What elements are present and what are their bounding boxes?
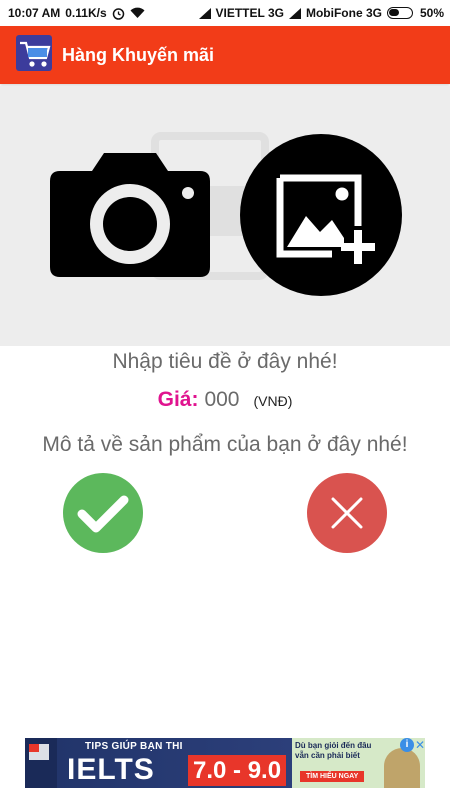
description-input[interactable]: Mô tả về sản phẩm của bạn ở đây nhé! [0, 433, 450, 457]
status-right: VIETTEL 3G MobiFone 3G 50% [198, 6, 444, 20]
ad-main: TIPS GIÚP BẠN THI IELTS 7.0 - 9.0 [57, 738, 292, 788]
price-label: Giá: [157, 388, 199, 411]
title-input[interactable]: Nhập tiêu đề ở đây nhé! [0, 350, 450, 374]
ad-logo [25, 738, 57, 788]
ad-side-text: Dù bạn giỏi đến đâu vẫn cần phải biết [295, 741, 372, 760]
price-row: Giá: 000 (VNĐ) [0, 388, 450, 412]
price-unit: (VNĐ) [253, 393, 293, 409]
ad-score: 7.0 - 9.0 [188, 755, 287, 786]
close-icon [331, 497, 363, 529]
ad-big-text: IELTS [67, 753, 155, 786]
signal-icon [288, 7, 301, 19]
ad-banner[interactable]: TIPS GIÚP BẠN THI IELTS 7.0 - 9.0 Dù bạn… [25, 738, 425, 788]
ad-person-image [384, 748, 420, 788]
price-input[interactable]: 000 [204, 388, 239, 412]
carrier-1: VIETTEL 3G [215, 6, 284, 20]
signal-icon [198, 7, 211, 19]
ad-headline: TIPS GIÚP BẠN THI [85, 741, 183, 752]
status-left: 10:07 AM 0.11K/s [8, 6, 145, 20]
app-bar: Hàng Khuyến mãi [0, 26, 450, 84]
status-bar: 10:07 AM 0.11K/s VIETTEL 3G MobiFone 3G … [0, 0, 450, 26]
carrier-2: MobiFone 3G [305, 6, 382, 20]
battery-level: 50% [419, 6, 444, 20]
wifi-icon [130, 7, 145, 19]
network-speed: 0.11K/s [65, 6, 107, 20]
checkmark-icon [77, 495, 129, 533]
cancel-button[interactable] [307, 473, 387, 553]
photo-picker-area [0, 86, 450, 346]
gallery-button[interactable] [240, 134, 402, 296]
app-title: Hàng Khuyến mãi [62, 44, 215, 65]
alarm-icon [112, 7, 125, 20]
camera-icon [50, 153, 210, 277]
shopping-cart-icon [14, 33, 54, 78]
add-photo-icon [276, 174, 375, 264]
ad-cta-button[interactable]: TÌM HIỂU NGAY [300, 771, 365, 782]
status-time: 10:07 AM [8, 6, 61, 20]
confirm-button[interactable] [63, 473, 143, 553]
close-icon[interactable]: ✕ [414, 738, 425, 752]
battery-icon [386, 7, 413, 19]
camera-button[interactable] [48, 149, 212, 279]
info-icon[interactable]: i [400, 738, 414, 752]
